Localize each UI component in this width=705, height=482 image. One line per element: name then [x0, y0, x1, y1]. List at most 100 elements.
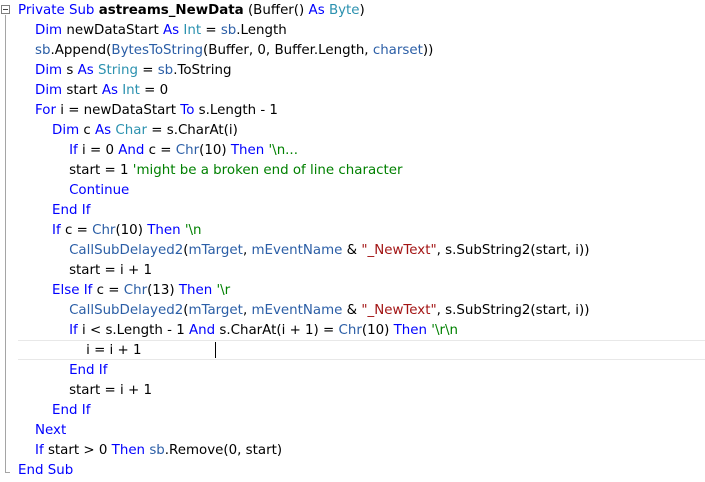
code-token: .Remove(0, start): [164, 443, 283, 458]
code-editor[interactable]: Private Sub astreams_NewData (Buffer() A…: [0, 0, 705, 482]
code-line[interactable]: Continue: [18, 181, 129, 201]
code-line[interactable]: Next: [18, 421, 66, 441]
code-token: =: [201, 23, 221, 38]
fold-guide-line: [5, 15, 6, 473]
code-token: '\r: [216, 283, 231, 298]
text-caret: [215, 342, 216, 358]
code-line[interactable]: If i = 0 And c = Chr(10) Then '\n...: [18, 141, 298, 161]
code-token: mEventName: [251, 243, 343, 258]
code-token: End If: [18, 403, 91, 418]
code-token: s: [66, 63, 78, 78]
code-line[interactable]: Dim start As Int = 0: [18, 81, 168, 101]
code-line[interactable]: End If: [18, 201, 90, 221]
code-token: BytesToString: [111, 43, 204, 58]
code-token: As: [162, 23, 184, 38]
code-token: String: [98, 63, 138, 78]
code-line[interactable]: If i < s.Length - 1 And s.CharAt(i + 1) …: [18, 321, 458, 341]
code-token: Else If: [18, 283, 97, 298]
code-token: If: [18, 443, 48, 458]
code-token: Chr: [175, 143, 200, 158]
code-token: i = 0: [82, 143, 119, 158]
code-token: Then: [230, 143, 269, 158]
code-token: CallSubDelayed2: [18, 303, 184, 318]
code-token: astreams_NewData: [98, 3, 244, 18]
code-token: mTarget: [188, 303, 243, 318]
code-line[interactable]: End If: [18, 401, 90, 421]
code-line[interactable]: If start > 0 Then sb.Remove(0, start): [18, 441, 282, 461]
code-line[interactable]: start = i + 1: [18, 381, 152, 401]
code-line[interactable]: Dim s As String = sb.ToString: [18, 61, 232, 81]
code-token: If: [18, 323, 82, 338]
code-line[interactable]: CallSubDelayed2(mTarget, mEventName & "_…: [18, 241, 589, 261]
code-token: If: [18, 143, 82, 158]
code-token: =: [137, 63, 158, 78]
code-token: Continue: [18, 183, 130, 198]
code-token: (Buffer, 0, Buffer.Length,: [203, 43, 373, 58]
code-token: As: [95, 123, 116, 138]
code-token: Dim: [18, 123, 84, 138]
code-token: As: [308, 3, 329, 18]
code-token: start = 1: [18, 163, 133, 178]
code-text-area[interactable]: Private Sub astreams_NewData (Buffer() A…: [18, 0, 705, 482]
code-token: 'might be a broken end of line character: [132, 163, 403, 178]
code-line[interactable]: start = i + 1: [18, 261, 152, 281]
code-token: End Sub: [18, 463, 74, 478]
code-token: "_NewText": [361, 303, 437, 318]
code-token: Int: [122, 83, 140, 98]
code-line[interactable]: CallSubDelayed2(mTarget, mEventName & "_…: [18, 301, 589, 321]
collapse-icon[interactable]: [1, 5, 10, 14]
code-line[interactable]: End If: [18, 361, 107, 381]
code-token: mTarget: [188, 243, 243, 258]
code-token: i = i + 1: [18, 343, 142, 358]
code-token: And: [118, 143, 149, 158]
code-token: c =: [64, 223, 93, 238]
code-token: End If: [18, 203, 91, 218]
fold-end-marker: [5, 472, 10, 473]
code-token: (10): [115, 223, 148, 238]
code-token: To: [180, 103, 199, 118]
code-line[interactable]: Dim newDataStart As Int = sb.Length: [18, 21, 287, 41]
code-token: End If: [18, 363, 108, 378]
code-token: As: [77, 63, 98, 78]
code-line[interactable]: Else If c = Chr(13) Then '\r: [18, 281, 230, 301]
code-token: , s.SubString2(start, i)): [436, 303, 590, 318]
code-token: Chr: [338, 323, 362, 338]
code-token: start = i + 1: [18, 263, 152, 278]
code-token: CallSubDelayed2: [18, 243, 184, 258]
code-token: Next: [18, 423, 67, 438]
code-token: '\r\n: [431, 323, 458, 338]
code-line[interactable]: Private Sub astreams_NewData (Buffer() A…: [18, 1, 365, 21]
fold-gutter: [0, 0, 11, 482]
code-token: Then: [111, 443, 150, 458]
code-line[interactable]: start = 1 'might be a broken end of line…: [18, 161, 403, 181]
code-token: s.CharAt(i + 1) =: [219, 323, 339, 338]
code-token: '\n...: [268, 143, 298, 158]
code-token: i < s.Length - 1: [82, 323, 189, 338]
code-token: Dim: [18, 23, 67, 38]
code-token: charset: [372, 43, 423, 58]
code-token: Then: [178, 283, 217, 298]
code-token: sb: [157, 63, 174, 78]
code-token: s.Length - 1: [198, 103, 278, 118]
code-token: '\n: [184, 223, 202, 238]
code-token: .Append(: [50, 43, 112, 58]
code-token: If: [18, 223, 65, 238]
code-token: , s.SubString2(start, i)): [436, 243, 590, 258]
code-token: Char: [115, 123, 147, 138]
code-token: = s.CharAt(i): [146, 123, 238, 138]
code-token: start > 0: [47, 443, 112, 458]
code-token: Dim: [18, 83, 67, 98]
code-token: Chr: [92, 223, 116, 238]
code-token: Byte: [328, 3, 360, 18]
code-token: (Buffer(): [243, 3, 309, 18]
code-token: Private Sub: [18, 3, 99, 18]
code-line[interactable]: i = i + 1: [18, 341, 142, 361]
code-line[interactable]: End Sub: [18, 461, 73, 481]
code-line[interactable]: Dim c As Char = s.CharAt(i): [18, 121, 238, 141]
code-token: For: [18, 103, 61, 118]
code-token: c =: [148, 143, 176, 158]
code-token: start = i + 1: [18, 383, 152, 398]
code-line[interactable]: For i = newDataStart To s.Length - 1: [18, 101, 278, 121]
code-line[interactable]: sb.Append(BytesToString(Buffer, 0, Buffe…: [18, 41, 433, 61]
code-line[interactable]: If c = Chr(10) Then '\n: [18, 221, 202, 241]
